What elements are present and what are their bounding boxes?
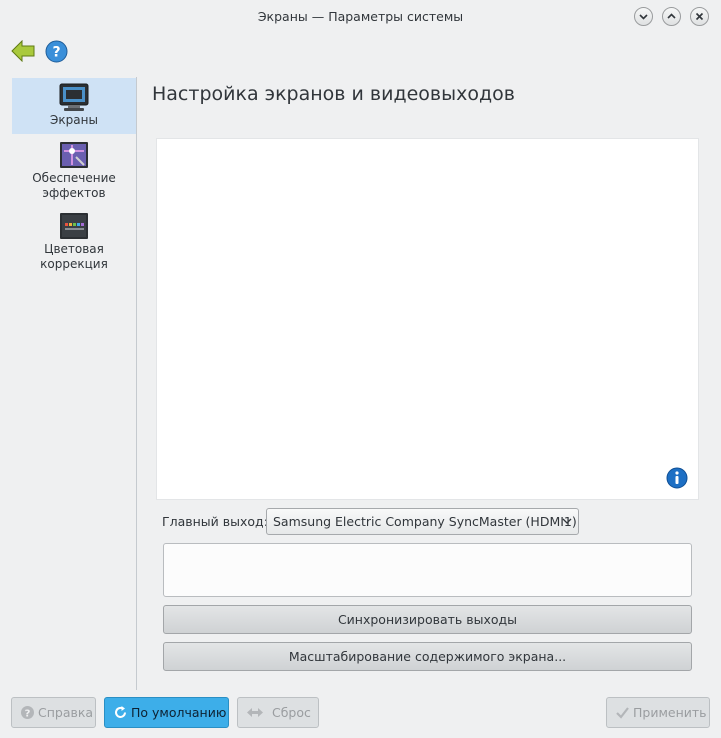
color-correction-icon <box>60 213 88 239</box>
info-icon[interactable] <box>666 467 688 489</box>
sidebar-item-label-line2: коррекция <box>40 257 108 271</box>
output-config-area[interactable] <box>163 543 692 597</box>
display-layout-canvas[interactable] <box>156 138 699 500</box>
defaults-button-label: По умолчанию <box>131 705 227 720</box>
help-button-label: Справка <box>38 705 94 720</box>
window-title: Экраны — Параметры системы <box>257 9 464 24</box>
close-icon <box>695 12 704 21</box>
close-button[interactable] <box>690 7 709 26</box>
checkmark-icon <box>616 707 629 719</box>
sidebar-item-color-correction[interactable]: Цветовая коррекция <box>12 212 136 276</box>
page-title: Настройка экранов и видеовыходов <box>152 83 515 105</box>
sidebar-item-label: Экраны <box>50 113 98 127</box>
svg-text:?: ? <box>25 709 31 720</box>
primary-output-select[interactable]: Samsung Electric Company SyncMaster (HDM… <box>266 508 579 535</box>
sidebar-item-displays[interactable]: Экраны <box>12 78 136 134</box>
minimize-button[interactable] <box>634 7 653 26</box>
scale-screen-button[interactable]: Масштабирование содержимого экрана... <box>163 642 692 671</box>
back-arrow-icon[interactable] <box>11 40 35 62</box>
apply-button-label: Применить <box>633 705 707 720</box>
sidebar-item-label-line1: Цветовая <box>44 242 104 256</box>
maximize-button[interactable] <box>662 7 681 26</box>
sync-outputs-button[interactable]: Синхронизировать выходы <box>163 605 692 634</box>
chevron-up-icon <box>667 13 676 19</box>
help-icon: ? <box>21 706 34 720</box>
help-icon[interactable]: ? <box>45 40 68 63</box>
sidebar-item-effects[interactable]: Обеспечение эффектов <box>12 141 136 205</box>
effects-icon <box>60 142 88 168</box>
reset-button[interactable]: Сброс <box>237 697 319 728</box>
sidebar-item-label-line2: эффектов <box>42 186 106 200</box>
chevron-down-icon <box>562 518 572 524</box>
defaults-button[interactable]: По умолчанию <box>104 697 229 728</box>
sidebar-item-label-line1: Обеспечение <box>32 171 116 185</box>
apply-button[interactable]: Применить <box>606 697 710 728</box>
refresh-icon <box>115 706 126 718</box>
primary-output-label: Главный выход: <box>162 514 268 529</box>
title-bar: Экраны — Параметры системы <box>0 0 721 33</box>
reset-arrows-icon <box>247 708 263 717</box>
reset-button-label: Сброс <box>272 705 311 720</box>
displays-icon <box>59 83 89 111</box>
sidebar: Экраны Обеспечение эффектов Цветовая кор… <box>11 77 137 690</box>
help-button[interactable]: ? Справка <box>11 697 96 728</box>
primary-output-value: Samsung Electric Company SyncMaster (HDM… <box>273 514 577 529</box>
svg-text:?: ? <box>52 45 60 61</box>
chevron-down-icon <box>639 14 648 20</box>
